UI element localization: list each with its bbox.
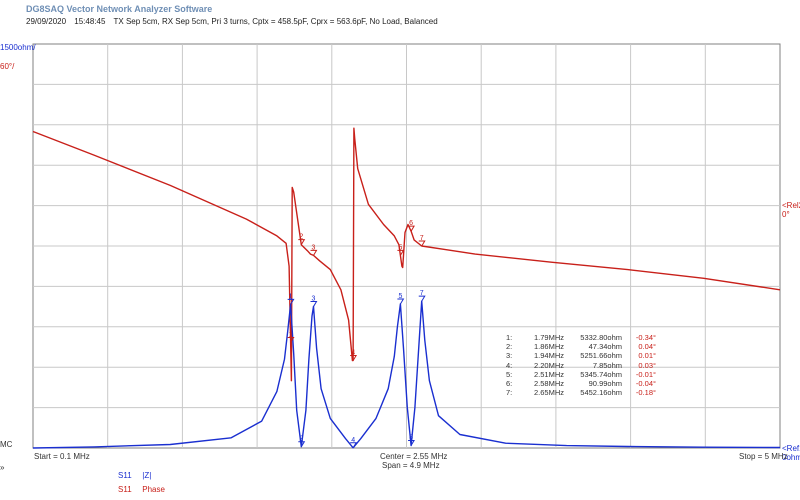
phase-marker-label: 1	[289, 332, 293, 339]
marker-phase: -0.18°	[635, 388, 656, 398]
marker-row: 1: 1.79MHz 5332.80ohm -0.34°	[506, 333, 656, 342]
start-frequency: Start = 0.1 MHz	[34, 452, 90, 461]
marker-magnitude: 90.99ohm	[588, 379, 622, 389]
magnitude-scale-label: 1500ohm/	[0, 43, 36, 52]
phase-marker-label: 3	[312, 244, 316, 251]
marker-phase: 0.03°	[638, 360, 656, 370]
magnitude-marker-label: 5	[398, 293, 402, 300]
magnitude-marker-label: 6	[409, 435, 413, 442]
marker-phase: -0.04°	[635, 379, 656, 389]
magnitude-marker-label: 4	[351, 437, 355, 444]
vna-chart[interactable]: 1 1 2 2 3 3 4 4 5 5 6 6 7 7	[0, 0, 800, 500]
marker-magnitude: 47.34ohm	[588, 342, 622, 352]
marker-id: 1:	[506, 333, 513, 342]
phase-marker-label: 7	[420, 235, 424, 242]
marker-frequency: 2.51MHz	[533, 369, 564, 379]
center-frequency: Center = 2.55 MHz	[380, 452, 448, 461]
phase-ref-value: 0°	[782, 210, 790, 219]
marker-frequency: 2.20MHz	[533, 360, 564, 370]
legend-magnitude[interactable]: S11 |Z|	[118, 471, 151, 480]
marker-phase: 0.04°	[638, 342, 656, 352]
magnitude-marker-label: 7	[420, 290, 424, 297]
phase-marker-label: 2	[299, 234, 303, 241]
marker-frequency: 1.94MHz	[533, 351, 564, 361]
marker-magnitude: 5332.80ohm	[580, 333, 622, 342]
span-frequency: Span = 4.9 MHz	[382, 461, 440, 470]
marker-id: 5:	[506, 369, 513, 379]
legend-phase-trace: Phase	[142, 485, 165, 494]
marker-row: 7: 2.65MHz 5452.16ohm -0.18°	[506, 388, 656, 397]
phase-marker-label: 6	[409, 220, 413, 227]
marker-frequency: 2.58MHz	[533, 379, 564, 389]
marker-row: 3: 1.94MHz 5251.66ohm 0.01°	[506, 351, 656, 360]
marker-magnitude: 5345.74ohm	[580, 369, 622, 379]
phase-ref-label: <Rel2	[782, 201, 800, 210]
legend-phase-param: S11	[118, 485, 132, 494]
marker-id: 3:	[506, 351, 513, 361]
marker-magnitude: 5251.66ohm	[580, 351, 622, 361]
magnitude-marker-label: 1	[289, 293, 293, 300]
marker-phase: 0.01°	[638, 351, 656, 361]
marker-row: 4: 2.20MHz 7.85ohm 0.03°	[506, 361, 656, 370]
marker-id: 7:	[506, 388, 513, 398]
marker-frequency: 1.79MHz	[533, 333, 564, 342]
marker-phase: -0.01°	[635, 369, 656, 379]
marker-id: 6:	[506, 379, 513, 389]
marker-row: 6: 2.58MHz 90.99ohm -0.04°	[506, 379, 656, 388]
marker-frequency: 1.86MHz	[533, 342, 564, 352]
phase-scale-label: 60°/	[0, 62, 15, 71]
marker-magnitude: 5452.16ohm	[580, 388, 622, 398]
marker-magnitude: 7.85ohm	[592, 360, 622, 370]
magnitude-marker-label: 3	[312, 296, 316, 303]
legend-magnitude-param: S11	[118, 471, 132, 480]
scroll-arrow-icon[interactable]: »	[0, 463, 4, 472]
marker-phase: -0.34°	[635, 333, 656, 342]
legend-phase[interactable]: S11 Phase	[118, 485, 165, 494]
phase-marker-label: 4	[351, 349, 355, 356]
marker-row: 5: 2.51MHz 5345.74ohm -0.01°	[506, 370, 656, 379]
marker-id: 2:	[506, 342, 513, 352]
legend-magnitude-trace: |Z|	[142, 471, 152, 480]
mc-label: MC	[0, 440, 13, 449]
magnitude-marker-label: 2	[299, 436, 303, 443]
phase-marker-label: 5	[398, 244, 402, 251]
stop-frequency: Stop = 5 MHz	[739, 452, 788, 461]
marker-row: 2: 1.86MHz 47.34ohm 0.04°	[506, 342, 656, 351]
marker-id: 4:	[506, 360, 513, 370]
marker-readout-table: 1: 1.79MHz 5332.80ohm -0.34° 2: 1.86MHz 47.34…	[506, 333, 656, 397]
marker-frequency: 2.65MHz	[533, 388, 564, 398]
